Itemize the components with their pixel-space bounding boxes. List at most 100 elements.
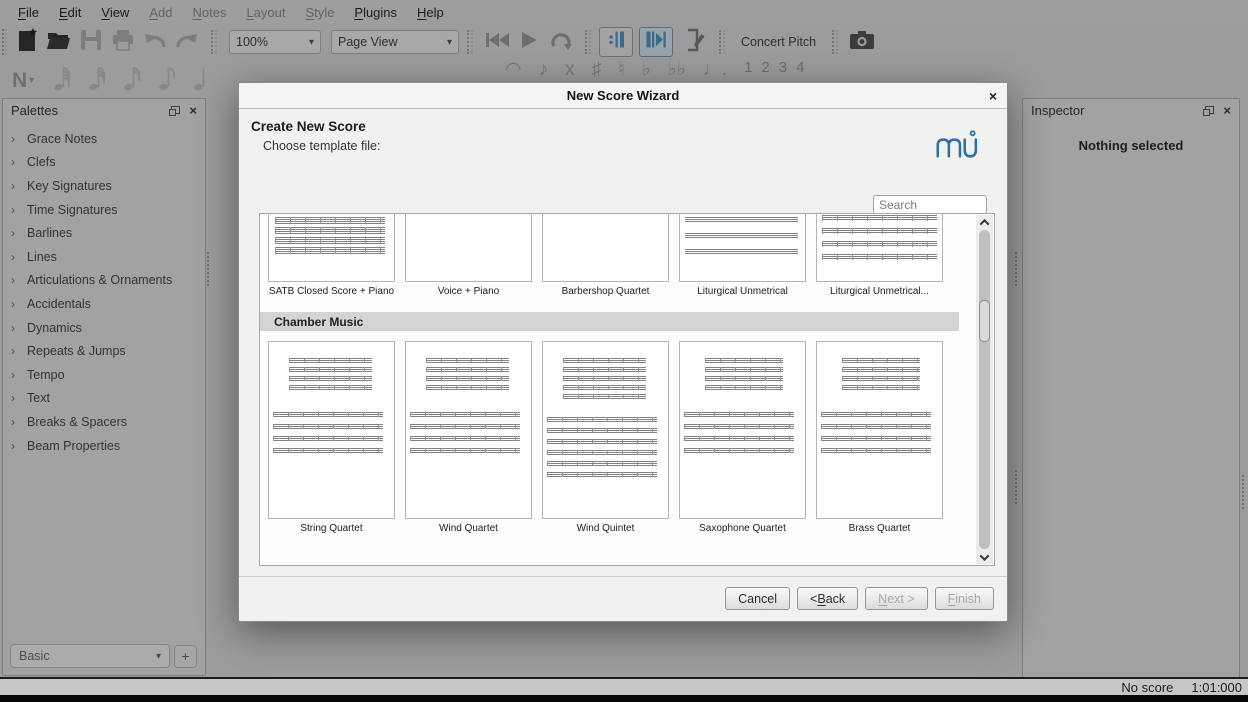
menu-style[interactable]: Style xyxy=(295,5,344,20)
accidental-glyph[interactable]: ♭ xyxy=(642,60,651,79)
template-card-saxophone-quartet[interactable]: Saxophone Quartet xyxy=(679,341,806,535)
image-capture-button[interactable] xyxy=(846,27,878,57)
repeat-marks-toggle[interactable] xyxy=(599,27,633,57)
accidental-glyph[interactable]: ♮ xyxy=(618,60,625,79)
palette-item-articulations-ornaments[interactable]: ›Articulations & Ornaments xyxy=(3,269,205,293)
voice-2-button[interactable]: 2 xyxy=(761,60,769,75)
save-button[interactable] xyxy=(75,27,107,57)
inspector-panel: Inspector × Nothing selected xyxy=(1022,98,1240,680)
cancel-button[interactable]: Cancel xyxy=(725,587,790,610)
template-scrollbar[interactable] xyxy=(976,215,993,564)
accidental-glyph[interactable]: ♩. xyxy=(703,60,727,79)
float-panel-icon[interactable] xyxy=(1205,106,1214,114)
rewind-button[interactable] xyxy=(481,27,513,57)
template-card-satb-closed-score-piano[interactable]: SATB Closed Score + Piano xyxy=(268,214,395,298)
finish-button[interactable]: Finish xyxy=(935,587,994,610)
scrollbar-thumb[interactable] xyxy=(979,300,990,341)
palette-item-label: Breaks & Spacers xyxy=(27,415,127,429)
close-icon[interactable]: × xyxy=(189,104,197,117)
search-input[interactable] xyxy=(873,195,987,214)
accidental-glyph[interactable]: ◠ xyxy=(505,60,522,79)
float-panel-icon[interactable] xyxy=(171,106,180,114)
palette-item-key-signatures[interactable]: ›Key Signatures xyxy=(3,174,205,198)
menu-plugins[interactable]: Plugins xyxy=(344,5,407,20)
back-button[interactable]: < Back xyxy=(797,587,858,610)
template-card-liturgical-unmetrical-[interactable]: Liturgical Unmetrical... xyxy=(816,214,943,298)
voice-1-button[interactable]: 1 xyxy=(744,60,752,75)
palette-item-repeats-jumps[interactable]: ›Repeats & Jumps xyxy=(3,339,205,363)
accidental-glyph[interactable]: x xyxy=(565,60,575,79)
scroll-down-icon[interactable] xyxy=(976,550,993,564)
template-card-string-quartet[interactable]: String Quartet xyxy=(268,341,395,535)
palettes-header: Palettes × xyxy=(3,99,205,121)
note-input-button[interactable]: N xyxy=(12,69,27,93)
play-repeats-toggle[interactable] xyxy=(639,27,673,57)
new-score-wizard-dialog: New Score Wizard × Create New Score Choo… xyxy=(238,82,1008,622)
loop-playback-button[interactable] xyxy=(545,27,577,57)
dock-resize-handle[interactable] xyxy=(1015,252,1020,286)
dock-resize-handle[interactable] xyxy=(207,252,212,286)
menu-notes[interactable]: Notes xyxy=(182,5,236,20)
palette-item-grace-notes[interactable]: ›Grace Notes xyxy=(3,127,205,151)
template-card-wind-quintet[interactable]: Wind Quintet xyxy=(542,341,669,535)
redo-button[interactable] xyxy=(171,27,203,57)
palette-item-barlines[interactable]: ›Barlines xyxy=(3,221,205,245)
scroll-up-icon[interactable] xyxy=(976,215,993,229)
palette-item-dynamics[interactable]: ›Dynamics xyxy=(3,316,205,340)
close-icon[interactable]: × xyxy=(1223,104,1231,117)
play-button[interactable] xyxy=(513,27,545,57)
template-card-voice-piano[interactable]: Voice + Piano xyxy=(405,214,532,298)
voice-3-button[interactable]: 3 xyxy=(779,60,787,75)
voice-4-button[interactable]: 4 xyxy=(796,60,804,75)
palette-item-breaks-spacers[interactable]: ›Breaks & Spacers xyxy=(3,410,205,434)
next-button[interactable]: Next > xyxy=(865,587,927,610)
template-card-wind-quartet[interactable]: Wind Quartet xyxy=(405,341,532,535)
dialog-titlebar[interactable]: New Score Wizard × xyxy=(239,83,1007,109)
chevron-right-icon: › xyxy=(11,132,27,146)
undo-button[interactable] xyxy=(139,27,171,57)
menu-add[interactable]: Add xyxy=(139,5,182,20)
new-score-button[interactable] xyxy=(11,27,43,57)
print-button[interactable] xyxy=(107,27,139,57)
template-card-brass-quartet[interactable]: Brass Quartet xyxy=(816,341,943,535)
menu-file[interactable]: File xyxy=(8,5,49,20)
palette-item-time-signatures[interactable]: ›Time Signatures xyxy=(3,198,205,222)
zoom-select[interactable]: 100% ▾ xyxy=(229,30,321,54)
menu-edit[interactable]: Edit xyxy=(49,5,91,20)
scrollbar-track[interactable] xyxy=(979,230,990,549)
pan-score-button[interactable] xyxy=(679,27,711,57)
accidental-glyph[interactable]: ♯ xyxy=(592,60,602,79)
view-mode-select[interactable]: Page View ▾ xyxy=(331,30,459,54)
palette-item-lines[interactable]: ›Lines xyxy=(3,245,205,269)
palette-preset-select[interactable]: Basic ▾ xyxy=(10,644,170,668)
palette-item-label: Accidentals xyxy=(27,297,91,311)
palette-item-clefs[interactable]: ›Clefs xyxy=(3,151,205,175)
palette-item-tempo[interactable]: ›Tempo xyxy=(3,363,205,387)
chevron-down-icon[interactable]: ▾ xyxy=(29,75,34,86)
template-card-barbershop-quartet[interactable]: Barbershop Quartet xyxy=(542,214,669,298)
concert-pitch-button[interactable]: Concert Pitch xyxy=(733,35,824,49)
add-palette-button[interactable]: + xyxy=(174,645,197,668)
note-eighth-icon[interactable] xyxy=(157,79,178,96)
palette-item-beam-properties[interactable]: ›Beam Properties xyxy=(3,434,205,458)
template-label: Saxophone Quartet xyxy=(679,523,806,535)
note-64th-icon[interactable] xyxy=(52,79,73,96)
note-32nd-icon[interactable] xyxy=(87,79,108,96)
accidental-glyph[interactable]: ♪ xyxy=(539,60,549,79)
toolbar-drag-handle[interactable] xyxy=(2,29,7,55)
palette-item-accidentals[interactable]: ›Accidentals xyxy=(3,292,205,316)
note-quarter-icon[interactable] xyxy=(192,79,213,96)
template-label: Barbershop Quartet xyxy=(542,286,669,298)
palette-item-text[interactable]: ›Text xyxy=(3,387,205,411)
menu-help[interactable]: Help xyxy=(407,5,454,20)
open-file-button[interactable] xyxy=(43,27,75,57)
dock-resize-handle[interactable] xyxy=(1242,475,1247,509)
chevron-right-icon: › xyxy=(11,297,27,311)
menu-layout[interactable]: Layout xyxy=(236,5,295,20)
template-card-liturgical-unmetrical[interactable]: Liturgical Unmetrical xyxy=(679,214,806,298)
close-icon[interactable]: × xyxy=(989,88,997,104)
dock-resize-handle[interactable] xyxy=(1015,470,1020,504)
menu-view[interactable]: View xyxy=(91,5,139,20)
accidental-glyph[interactable]: ♭♭ xyxy=(668,60,686,79)
note-16th-icon[interactable] xyxy=(122,79,143,96)
